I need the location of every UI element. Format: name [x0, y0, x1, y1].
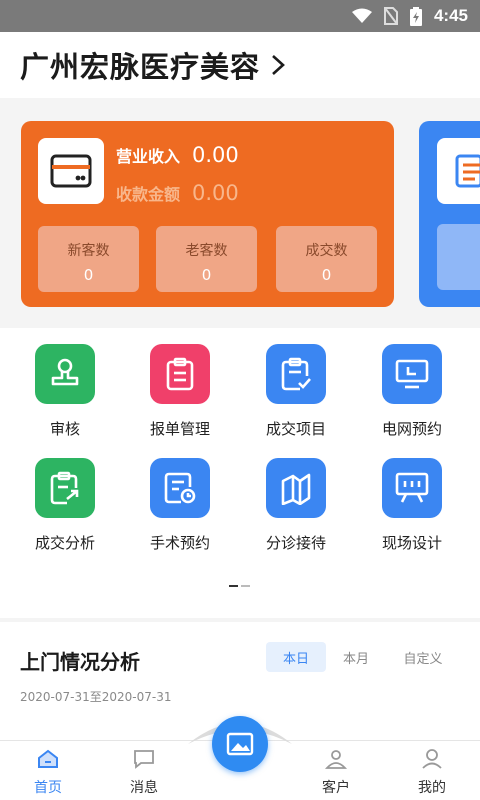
stat-value: 0 [201, 266, 212, 284]
customer-icon [324, 750, 348, 769]
center-action [185, 712, 295, 772]
grid-item-label: 手术预约 [149, 534, 210, 552]
status-bar: 4:45 [0, 0, 480, 32]
revenue-value: 0.00 [192, 143, 239, 167]
revenue-label: 营业收入 [116, 147, 181, 166]
page-dot [241, 585, 250, 587]
grid-icon-box [382, 458, 442, 518]
revenue-card[interactable]: 营业收入 0.00 收款金额 0.00 新客数 0 老客数 0 成交数 0 [21, 121, 394, 307]
map-fold-icon [281, 473, 311, 505]
collection-label: 收款金额 [116, 185, 181, 204]
grid-item-onsite-design[interactable]: 现场设计 [364, 458, 460, 553]
image-icon [226, 732, 254, 756]
secondary-card[interactable] [419, 121, 480, 307]
grid-item-label: 分诊接待 [265, 534, 326, 552]
document-list-icon [455, 154, 480, 188]
grid-item-label: 审核 [49, 420, 80, 438]
grid-item-label: 现场设计 [381, 534, 442, 552]
grid-item-label: 电网预约 [381, 420, 442, 438]
grid-item-report-management[interactable]: 报单管理 [132, 344, 228, 439]
schedule-clock-icon [164, 472, 196, 504]
grid-item-label: 成交项目 [265, 420, 326, 438]
grid-item-triage-reception[interactable]: 分诊接待 [248, 458, 344, 553]
message-icon [134, 750, 154, 769]
home-icon [38, 749, 58, 768]
chevron-right-icon[interactable] [268, 53, 288, 77]
status-time: 4:45 [433, 6, 468, 25]
tab-messages[interactable]: 消息 [109, 749, 179, 797]
feature-grid: 审核 报单管理 成交项目 电网预约 成交分析 手术预约 分诊接待 现场设计 [0, 328, 480, 618]
grid-icon-box [266, 344, 326, 404]
segment-today[interactable]: 本日 [266, 642, 326, 672]
easel-board-icon [395, 472, 429, 503]
grid-icon-box [382, 344, 442, 404]
section-title: 上门情况分析 [20, 650, 140, 674]
tab-label: 首页 [34, 780, 62, 796]
collection-value: 0.00 [192, 181, 239, 205]
org-title[interactable]: 广州宏脉医疗美容 [20, 44, 260, 86]
tab-label: 消息 [130, 780, 158, 796]
battery-charging-icon [409, 6, 422, 26]
date-range: 2020-07-31至2020-07-31 [20, 690, 172, 704]
page-indicator [229, 585, 250, 587]
summary-cards-carousel[interactable]: 营业收入 0.00 收款金额 0.00 新客数 0 老客数 0 成交数 0 [0, 98, 480, 328]
grid-icon-box [266, 458, 326, 518]
grid-icon-box [35, 344, 95, 404]
stat-label: 成交数 [305, 243, 348, 259]
stat-label: 新客数 [67, 243, 110, 259]
stat-value: 0 [321, 266, 332, 284]
grid-item-deal-items[interactable]: 成交项目 [248, 344, 344, 439]
stat-value: 0 [83, 266, 94, 284]
grid-icon-box [35, 458, 95, 518]
grid-item-online-appointment[interactable]: 电网预约 [364, 344, 460, 439]
grid-item-deal-analysis[interactable]: 成交分析 [17, 458, 113, 553]
org-header[interactable]: 广州宏脉医疗美容 [0, 32, 480, 98]
grid-item-label: 报单管理 [149, 420, 210, 438]
stat-returning-customers[interactable]: 老客数 0 [156, 226, 257, 292]
page-dot-active [229, 585, 238, 587]
clipboard-check-icon [281, 357, 311, 391]
tab-label: 客户 [322, 780, 350, 796]
secondary-stat [437, 224, 480, 290]
tab-home[interactable]: 首页 [13, 749, 83, 797]
stamp-icon [51, 358, 79, 386]
grid-icon-box [150, 458, 210, 518]
center-action-button[interactable] [212, 716, 268, 772]
bank-card-icon [50, 154, 92, 188]
stat-deals[interactable]: 成交数 0 [276, 226, 377, 292]
tab-profile[interactable]: 我的 [397, 749, 467, 797]
stat-new-customers[interactable]: 新客数 0 [38, 226, 139, 292]
segment-custom[interactable]: 自定义 [392, 642, 454, 672]
clipboard-icon [166, 357, 194, 391]
grid-item-label: 成交分析 [34, 534, 95, 552]
profile-icon [422, 749, 442, 769]
stat-label: 老客数 [185, 243, 228, 259]
wifi-icon [351, 8, 372, 23]
no-sim-icon [383, 7, 398, 25]
tab-label: 我的 [418, 780, 446, 796]
grid-icon-box [150, 344, 210, 404]
grid-item-surgery-appointment[interactable]: 手术预约 [132, 458, 228, 553]
monitor-icon [395, 359, 429, 389]
card-icon-box [437, 138, 480, 204]
card-icon-box [38, 138, 104, 204]
tab-customers[interactable]: 客户 [301, 749, 371, 797]
grid-item-review[interactable]: 审核 [17, 344, 113, 439]
clipboard-arrow-icon [50, 471, 79, 505]
segment-month[interactable]: 本月 [332, 642, 380, 672]
